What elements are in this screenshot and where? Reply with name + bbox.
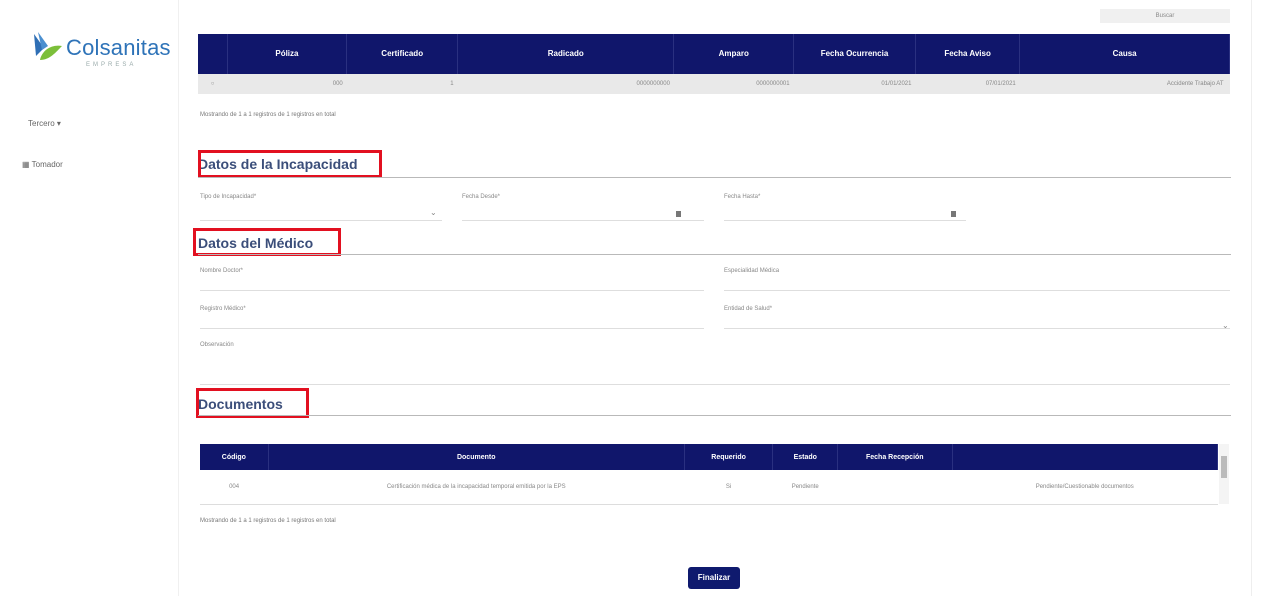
cell-requerido: Si <box>684 470 773 505</box>
col-requerido: Requerido <box>684 444 774 470</box>
chevron-down-icon[interactable]: ⌄ <box>1222 321 1229 330</box>
fecha-hasta-input[interactable] <box>724 220 966 221</box>
col-radicado: Radicado <box>457 34 675 74</box>
tipo-incapacidad-select[interactable] <box>200 220 442 221</box>
label-fecha-desde: Fecha Desde* <box>462 194 501 200</box>
cell-estado: Pendiente <box>772 470 838 505</box>
entidad-salud-select[interactable] <box>724 328 1230 329</box>
cell-certificado: 1 <box>346 74 458 94</box>
brand-name: Colsanitas <box>66 35 171 60</box>
top-search-button[interactable]: Buscar <box>1100 9 1230 23</box>
col-causa: Causa <box>1019 34 1230 74</box>
row-radio[interactable]: ○ <box>198 74 228 94</box>
col-codigo: Código <box>200 444 269 470</box>
leaf-logo-icon <box>28 30 64 66</box>
col-documento: Documento <box>268 444 685 470</box>
section-divider <box>198 177 1231 178</box>
cell-codigo: 004 <box>200 470 269 505</box>
calendar-icon[interactable] <box>676 211 681 217</box>
label-tipo-incapacidad: Tipo de Incapacidad* <box>200 194 257 200</box>
scrollbar-thumb[interactable] <box>1221 456 1227 478</box>
section-divider <box>198 415 1231 416</box>
nav-item-tercero[interactable]: Tercero ▾ <box>28 119 61 128</box>
cell-fecha-recepcion <box>837 470 952 505</box>
section-divider <box>198 254 1231 255</box>
fecha-desde-input[interactable] <box>462 220 704 221</box>
especialidad-input[interactable] <box>724 290 1230 291</box>
col-estado: Estado <box>772 444 839 470</box>
table-row[interactable]: ○ 000 1 0000000000 0000000001 01/01/2021… <box>198 74 1230 94</box>
chevron-down-icon[interactable]: ⌄ <box>430 208 437 217</box>
highlight-box <box>196 388 309 418</box>
col-fecha-aviso: Fecha Aviso <box>915 34 1021 74</box>
col-certificado: Certificado <box>346 34 459 74</box>
table-row[interactable]: 004 Certificación médica de la incapacid… <box>200 470 1218 505</box>
sidebar: Colsanitas EMPRESA Tercero ▾ ▦ Tomador <box>0 0 178 596</box>
observacion-textarea[interactable] <box>200 384 1230 385</box>
cell-radicado: 0000000000 <box>457 74 674 94</box>
col-fecha-ocurrencia: Fecha Ocurrencia <box>793 34 916 74</box>
col-poliza: Póliza <box>227 34 348 74</box>
cell-amparo: 0000000001 <box>673 74 794 94</box>
records-summary: Mostrando de 1 a 1 registros de 1 regist… <box>200 518 336 524</box>
cell-fecha-aviso: 07/01/2021 <box>915 74 1020 94</box>
registro-medico-input[interactable] <box>200 328 704 329</box>
col-acciones <box>952 444 1218 470</box>
table-scrollbar[interactable] <box>1219 444 1229 504</box>
col-fecha-recepcion: Fecha Recepción <box>837 444 953 470</box>
highlight-box <box>193 228 341 256</box>
label-entidad-salud: Entidad de Salud* <box>724 306 773 312</box>
cell-acciones[interactable]: Pendiente/Cuestionable documentos <box>952 470 1218 505</box>
documentos-table: Código Documento Requerido Estado Fecha … <box>200 444 1218 505</box>
cell-documento: Certificación médica de la incapacidad t… <box>268 470 685 505</box>
brand-subtitle: EMPRESA <box>86 62 137 68</box>
documentos-table-header: Código Documento Requerido Estado Fecha … <box>200 444 1218 470</box>
cell-causa: Accidente Trabajo AT <box>1019 74 1230 94</box>
records-summary: Mostrando de 1 a 1 registros de 1 regist… <box>200 112 336 118</box>
label-especialidad: Especialidad Médica <box>724 268 780 274</box>
label-nombre-doctor: Nombre Doctor* <box>200 268 244 274</box>
cell-fecha-ocurrencia: 01/01/2021 <box>793 74 916 94</box>
finalize-button[interactable]: Finalizar <box>688 567 740 589</box>
colsanitas-logo[interactable]: Colsanitas <box>28 30 171 66</box>
label-registro-medico: Registro Médico* <box>200 306 246 312</box>
calendar-icon[interactable] <box>951 211 956 217</box>
col-select <box>198 34 228 74</box>
label-observacion: Observación <box>200 342 234 348</box>
nombre-doctor-input[interactable] <box>200 290 704 291</box>
poliza-table-header: Póliza Certificado Radicado Amparo Fecha… <box>198 34 1230 74</box>
label-fecha-hasta: Fecha Hasta* <box>724 194 761 200</box>
highlight-box <box>198 150 382 178</box>
cell-poliza: 000 <box>227 74 347 94</box>
col-amparo: Amparo <box>673 34 795 74</box>
poliza-table: Póliza Certificado Radicado Amparo Fecha… <box>198 34 1230 94</box>
nav-item-tomador[interactable]: ▦ Tomador <box>22 160 63 169</box>
